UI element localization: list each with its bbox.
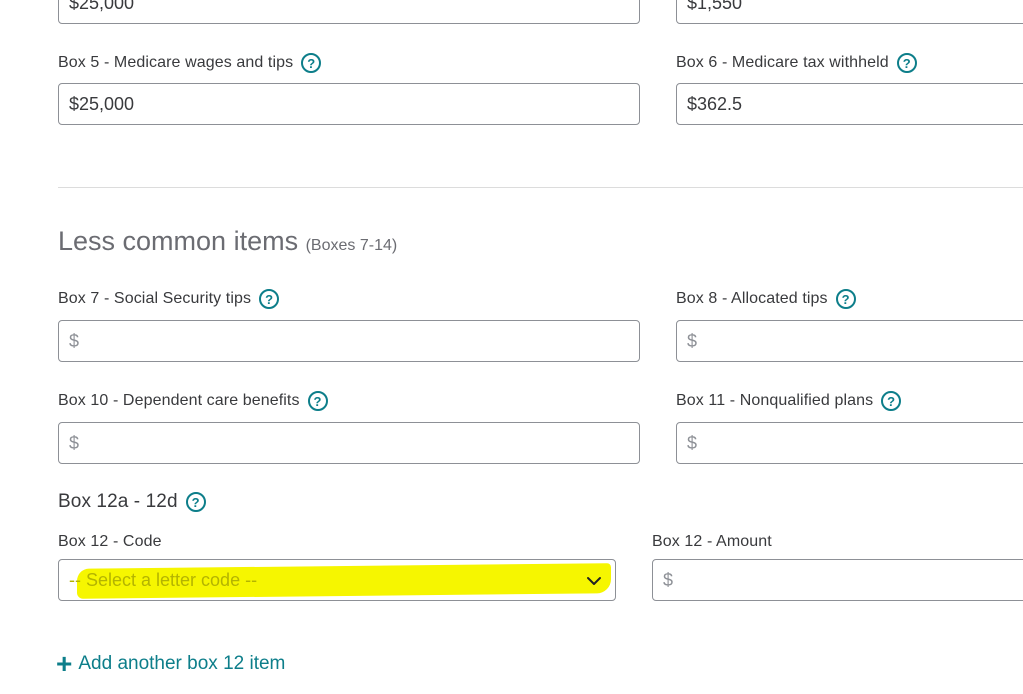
box11-label-text: Box 11 - Nonqualified plans [676,392,874,409]
help-icon[interactable]: ? [259,289,280,309]
box12-amount-input[interactable] [652,559,1023,601]
help-icon[interactable]: ? [301,53,322,73]
help-icon[interactable]: ? [835,289,856,309]
box6-label: Box 6 - Medicare tax withheld ? [676,51,917,75]
box7-input[interactable] [58,320,640,362]
less-common-heading: Less common items (Boxes 7-14) [58,226,397,257]
box12-amount-label: Box 12 - Amount [652,533,772,550]
box5-label: Box 5 - Medicare wages and tips ? [58,51,322,75]
box12-code-select[interactable]: -- Select a letter code -- [58,559,616,601]
box6-label-text: Box 6 - Medicare tax withheld [676,54,889,71]
box12-group: Box 12a - 12d ? [58,489,206,515]
add-box12-item-label: Add another box 12 item [78,653,286,674]
box11-field: Box 11 - Nonqualified plans ? [676,389,902,413]
box11-input[interactable] [676,422,1023,464]
box10-label: Box 10 - Dependent care benefits ? [58,389,328,413]
plus-icon: + [56,648,73,679]
box12-code-selected: -- Select a letter code -- [69,570,258,590]
box8-field: Box 8 - Allocated tips ? [676,287,856,311]
less-common-title: Less common items [58,226,299,256]
help-icon[interactable]: ? [307,391,328,411]
box7-label: Box 7 - Social Security tips ? [58,287,280,311]
box8-label-text: Box 8 - Allocated tips [676,290,828,307]
box8-input[interactable] [676,320,1023,362]
box10-field: Box 10 - Dependent care benefits ? [58,389,328,413]
box5-field: Box 5 - Medicare wages and tips ? [58,51,322,75]
box10-input[interactable] [58,422,640,464]
box6-field: Box 6 - Medicare tax withheld ? [676,51,917,75]
box6-input[interactable] [676,83,1023,125]
box12-code-field: Box 12 - Code [58,530,162,554]
box12-amount-field: Box 12 - Amount [652,530,772,554]
help-icon[interactable]: ? [881,391,902,411]
box12-group-label: Box 12a - 12d ? [58,489,206,515]
box12-code-label: Box 12 - Code [58,533,162,550]
box3-input[interactable] [58,0,640,24]
box5-label-text: Box 5 - Medicare wages and tips [58,54,294,71]
box5-input[interactable] [58,83,640,125]
box4-input[interactable] [676,0,1023,24]
chevron-down-icon [587,577,601,585]
box12-group-label-text: Box 12a - 12d [58,491,178,512]
box11-label: Box 11 - Nonqualified plans ? [676,389,902,413]
box7-label-text: Box 7 - Social Security tips [58,290,252,307]
section-divider [58,187,1023,188]
add-box12-item-link[interactable]: + Add another box 12 item [56,650,285,678]
box10-label-text: Box 10 - Dependent care benefits [58,392,300,409]
less-common-subtitle: (Boxes 7-14) [305,237,398,254]
help-icon[interactable]: ? [185,492,206,512]
box7-field: Box 7 - Social Security tips ? [58,287,280,311]
box8-label: Box 8 - Allocated tips ? [676,287,856,311]
w2-form-page: Box 5 - Medicare wages and tips ? Box 6 … [0,0,1023,694]
help-icon[interactable]: ? [896,53,917,73]
